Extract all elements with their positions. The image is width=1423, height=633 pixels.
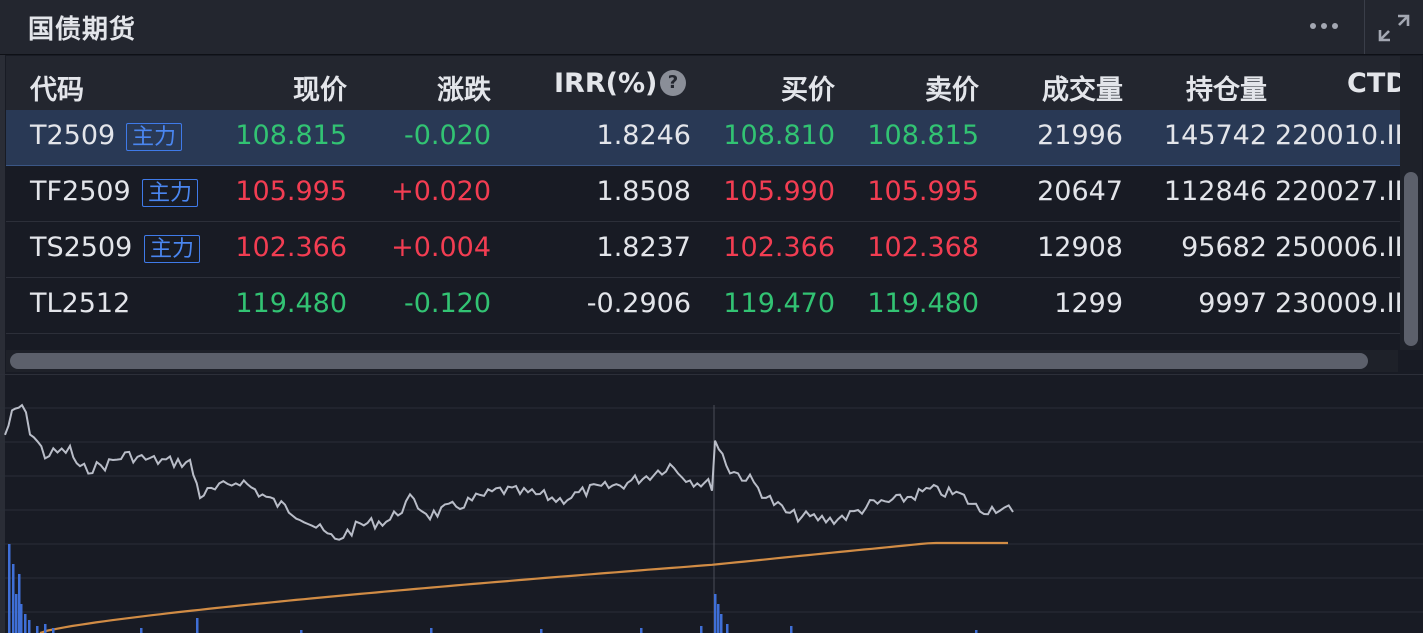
volume-bar bbox=[790, 626, 793, 633]
cell-ctd: 250006.IB bbox=[1275, 232, 1400, 263]
cell-irr: -0.2906 bbox=[586, 288, 691, 319]
volume-bar bbox=[726, 624, 729, 633]
cell-change: +0.004 bbox=[391, 232, 491, 263]
cell-open-interest: 9997 bbox=[1198, 288, 1267, 319]
cell-code: TL2512 bbox=[30, 288, 131, 319]
header-change[interactable]: 涨跌 bbox=[437, 68, 491, 107]
volume-bar bbox=[714, 594, 717, 633]
cell-code: TS2509 bbox=[30, 232, 133, 263]
table-header: 代码 现价 涨跌 IRR(%) ? 买价 卖价 成交量 持仓量 CTD bbox=[6, 56, 1400, 110]
cell-irr: 1.8508 bbox=[596, 176, 691, 207]
average-price-line bbox=[39, 541, 1008, 633]
cell-bid: 105.990 bbox=[723, 176, 835, 207]
cell-volume: 21996 bbox=[1037, 120, 1123, 151]
volume-bar bbox=[700, 626, 703, 633]
cell-change: -0.020 bbox=[403, 120, 491, 151]
expand-icon[interactable] bbox=[1372, 8, 1416, 48]
cell-price: 105.995 bbox=[235, 176, 347, 207]
futures-table: 代码 现价 涨跌 IRR(%) ? 买价 卖价 成交量 持仓量 CTD T250… bbox=[6, 56, 1400, 346]
header-divider bbox=[1364, 0, 1365, 54]
header-ctd[interactable]: CTD bbox=[1347, 68, 1400, 99]
cell-irr: 1.8237 bbox=[596, 232, 691, 263]
cell-ctd: 220010.IB bbox=[1275, 120, 1400, 151]
volume-bar bbox=[20, 604, 23, 633]
panel-title: 国债期货 bbox=[28, 15, 137, 45]
volume-bar bbox=[15, 594, 18, 633]
cell-volume: 20647 bbox=[1037, 176, 1123, 207]
cell-price: 108.815 bbox=[235, 120, 347, 151]
table-row[interactable]: TF2509 主力 105.995 +0.020 1.8508 105.990 105.99… bbox=[6, 166, 1400, 222]
header-ask[interactable]: 卖价 bbox=[925, 68, 979, 107]
header-code[interactable]: 代码 bbox=[30, 68, 84, 107]
intraday-chart[interactable] bbox=[0, 374, 1423, 633]
cell-ask: 105.995 bbox=[867, 176, 979, 207]
price-line bbox=[4, 403, 1014, 541]
header-price[interactable]: 现价 bbox=[293, 68, 347, 107]
cell-code: T2509 bbox=[30, 120, 116, 151]
volume-bar bbox=[430, 628, 433, 633]
main-contract-badge: 主力 bbox=[126, 123, 183, 151]
header-bid[interactable]: 买价 bbox=[781, 68, 835, 107]
cell-change: -0.120 bbox=[403, 288, 491, 319]
volume-bar bbox=[44, 624, 47, 633]
table-row[interactable]: T2509 主力 108.815 -0.020 1.8246 108.810 108.815… bbox=[6, 110, 1400, 166]
header-open-interest[interactable]: 持仓量 bbox=[1186, 68, 1267, 107]
cell-price: 119.480 bbox=[235, 288, 347, 319]
table-row[interactable]: TL2512 119.480 -0.120 -0.2906 119.470 119.480… bbox=[6, 278, 1400, 334]
panel-header: 国债期货 bbox=[0, 0, 1423, 55]
main-contract-badge: 主力 bbox=[142, 179, 199, 207]
main-contract-badge: 主力 bbox=[144, 235, 201, 263]
cell-bid: 108.810 bbox=[723, 120, 835, 151]
volume-bar bbox=[24, 614, 27, 633]
more-dots-icon[interactable] bbox=[1300, 10, 1348, 42]
volume-bar bbox=[196, 618, 199, 633]
cell-bid: 102.366 bbox=[723, 232, 835, 263]
cell-ask: 102.368 bbox=[867, 232, 979, 263]
cell-ask: 119.480 bbox=[867, 288, 979, 319]
cell-open-interest: 145742 bbox=[1163, 120, 1267, 151]
cell-bid: 119.470 bbox=[723, 288, 835, 319]
cell-open-interest: 112846 bbox=[1163, 176, 1267, 207]
vertical-scroll-thumb[interactable] bbox=[1404, 172, 1418, 346]
header-volume[interactable]: 成交量 bbox=[1042, 68, 1123, 107]
header-irr[interactable]: IRR(%) bbox=[554, 68, 657, 99]
volume-bar bbox=[12, 564, 15, 633]
volume-bar bbox=[717, 604, 720, 633]
horizontal-scroll-thumb[interactable] bbox=[10, 353, 1368, 369]
volume-bar bbox=[140, 628, 143, 633]
table-row[interactable]: TS2509 主力 102.366 +0.004 1.8237 102.366 102.36… bbox=[6, 222, 1400, 278]
volume-bar bbox=[52, 628, 55, 633]
cell-open-interest: 95682 bbox=[1181, 232, 1267, 263]
cell-price: 102.366 bbox=[235, 232, 347, 263]
volume-bar bbox=[28, 620, 31, 633]
cell-ctd: 220027.IB bbox=[1275, 176, 1400, 207]
cell-ask: 108.815 bbox=[867, 120, 979, 151]
cell-irr: 1.8246 bbox=[596, 120, 691, 151]
cell-volume: 12908 bbox=[1037, 232, 1123, 263]
volume-bar bbox=[8, 544, 11, 633]
cell-volume: 1299 bbox=[1054, 288, 1123, 319]
cell-code: TF2509 bbox=[30, 176, 131, 207]
help-icon[interactable]: ? bbox=[660, 70, 686, 96]
cell-ctd: 230009.IB bbox=[1275, 288, 1400, 319]
volume-bar bbox=[36, 626, 39, 633]
cell-change: +0.020 bbox=[391, 176, 491, 207]
horizontal-scrollbar[interactable] bbox=[6, 350, 1398, 372]
vertical-scrollbar[interactable] bbox=[1400, 56, 1422, 350]
intraday-chart-svg bbox=[0, 403, 1423, 633]
volume-bar bbox=[720, 614, 723, 633]
volume-bar bbox=[640, 628, 643, 633]
volume-bar bbox=[540, 629, 543, 633]
futures-panel: 国债期货 代码 现价 涨跌 IRR(%) ? 买价 卖价 成交量 持仓量 CTD… bbox=[0, 0, 1423, 633]
